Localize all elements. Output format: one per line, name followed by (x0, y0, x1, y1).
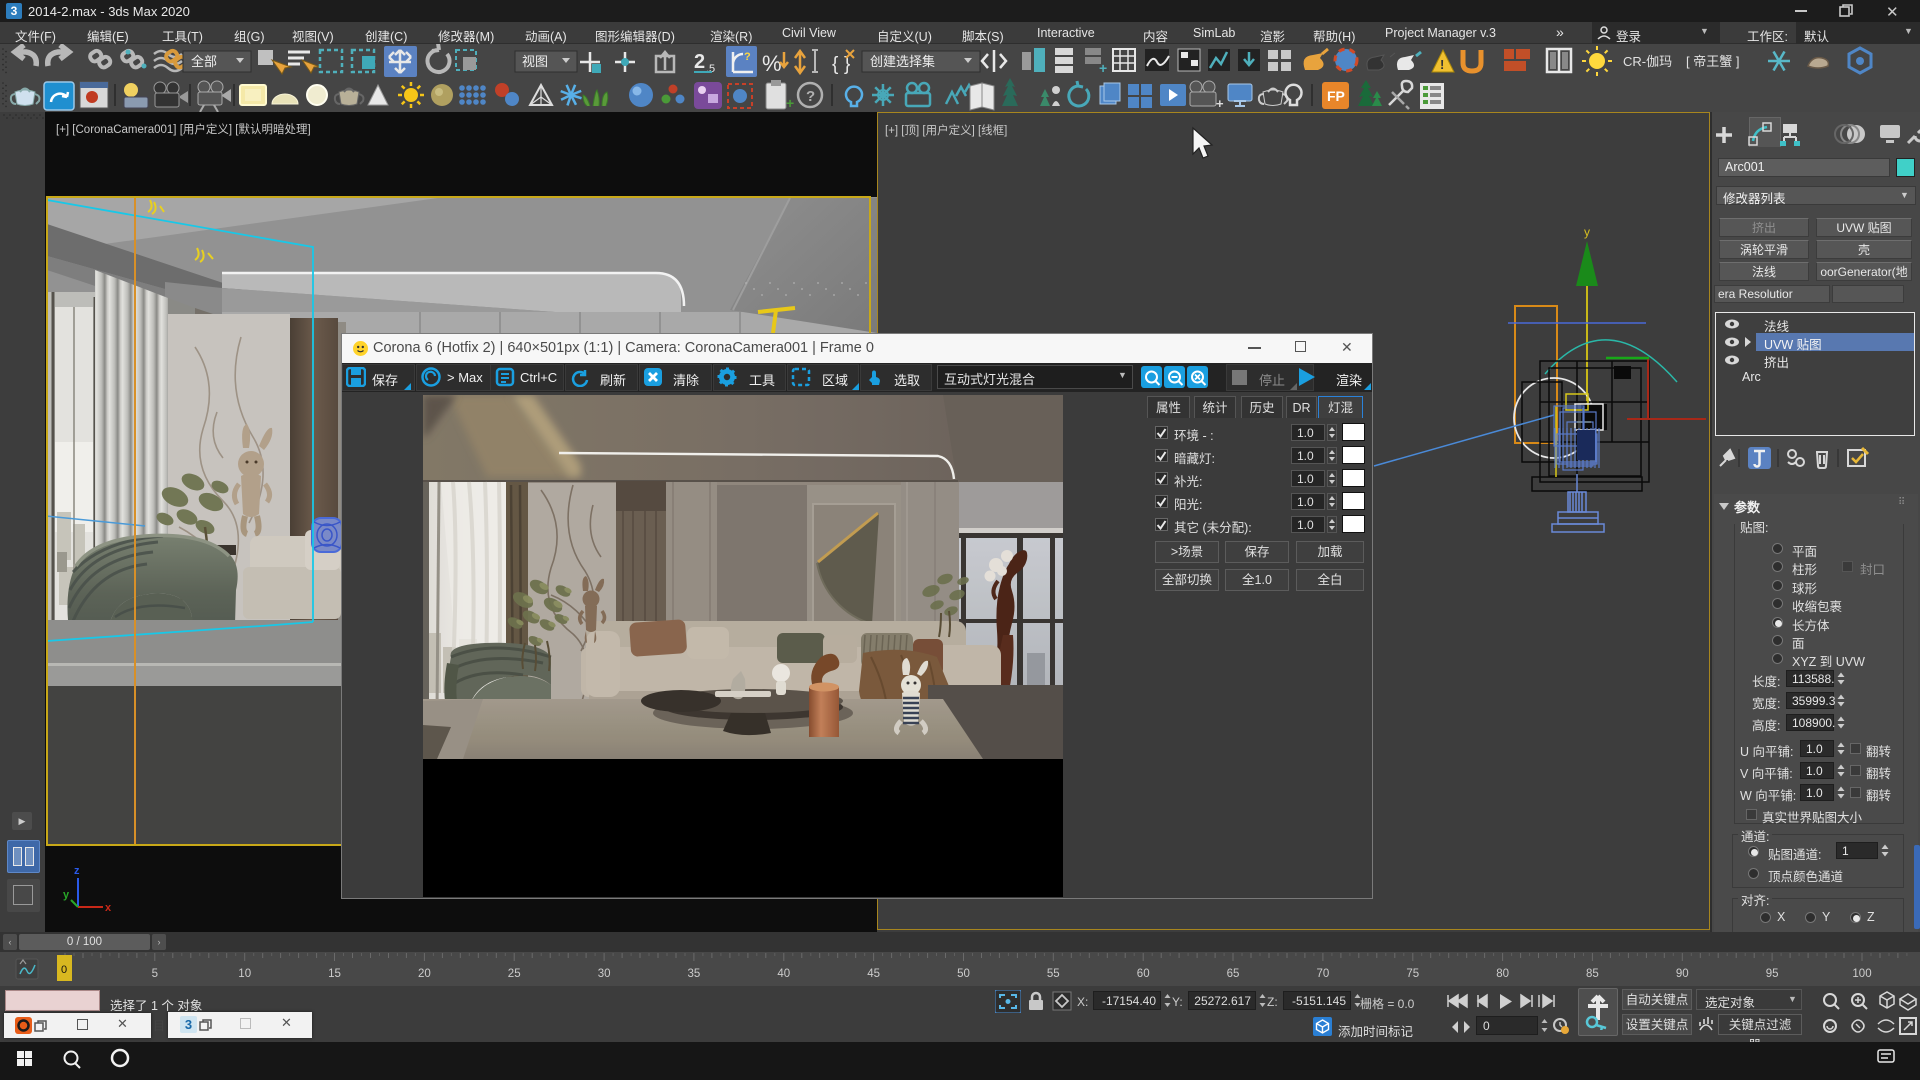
svg-text:10: 10 (238, 968, 251, 980)
svg-text:90: 90 (1676, 968, 1689, 980)
svg-text:CR-伽玛: CR-伽玛 (1623, 54, 1672, 69)
svg-text:2: 2 (694, 51, 705, 73)
svg-text:y: y (1584, 225, 1590, 239)
svg-text:100: 100 (1852, 968, 1871, 980)
svg-text:FP: FP (1327, 88, 1345, 104)
svg-text:!: ! (1440, 57, 1444, 72)
svg-text:+: + (786, 95, 794, 111)
svg-text:80: 80 (1496, 968, 1509, 980)
svg-text:创建选择集: 创建选择集 (870, 54, 935, 69)
svg-text:40: 40 (777, 968, 790, 980)
svg-text:95: 95 (1766, 968, 1779, 980)
svg-text:[ 帝王蟹 ]: [ 帝王蟹 ] (1686, 54, 1739, 69)
svg-text:30: 30 (598, 968, 611, 980)
svg-text:5: 5 (152, 968, 158, 980)
svg-text:x: x (105, 902, 112, 914)
svg-text:55: 55 (1047, 968, 1060, 980)
svg-text:+: + (1099, 60, 1107, 76)
svg-text:视图: 视图 (522, 54, 548, 69)
svg-text:{: { (832, 54, 839, 75)
svg-text:50: 50 (957, 968, 970, 980)
svg-text:0: 0 (61, 964, 67, 976)
svg-text:65: 65 (1227, 968, 1240, 980)
svg-text:+: + (1216, 96, 1224, 111)
svg-text:.5: .5 (706, 63, 715, 75)
svg-text:?: ? (744, 51, 751, 63)
svg-text:%: % (762, 51, 782, 76)
svg-text:25: 25 (508, 968, 521, 980)
svg-text:20: 20 (418, 968, 431, 980)
svg-text:?: ? (806, 88, 815, 105)
svg-text:35: 35 (688, 968, 701, 980)
svg-text:45: 45 (867, 968, 880, 980)
svg-text:y: y (63, 889, 70, 901)
svg-text:60: 60 (1137, 968, 1150, 980)
svg-text:z: z (74, 865, 80, 877)
svg-text:全部: 全部 (191, 54, 217, 69)
svg-text:75: 75 (1406, 968, 1419, 980)
svg-text:70: 70 (1317, 968, 1330, 980)
svg-text:15: 15 (328, 968, 341, 980)
svg-text:85: 85 (1586, 968, 1599, 980)
